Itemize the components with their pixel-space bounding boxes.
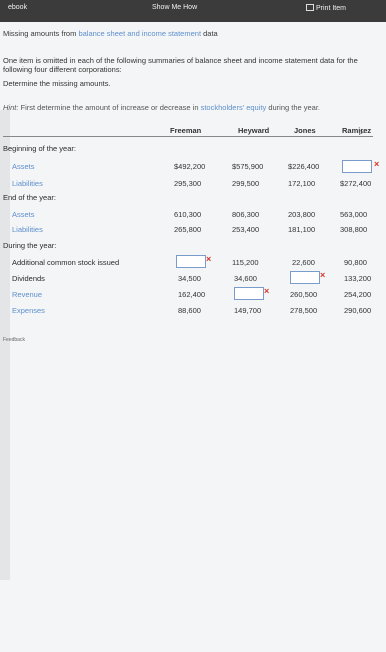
row-label-begin-liabilities: Liabilities [12,179,43,188]
heyward-revenue-input[interactable] [234,287,264,300]
hint-text: Hint: First determine the amount of incr… [3,103,321,112]
cell: 181,100 [288,225,316,234]
cell: $575,900 [232,162,264,171]
cell: 278,500 [290,306,318,315]
col-ramirez: Ramirez [342,126,372,135]
cell: 253,400 [232,225,260,234]
section-end: End of the year: [3,193,56,202]
cell: 172,100 [288,179,316,188]
toolbar: ebook Show Me How Print Item [0,0,386,22]
cell: 22,600 [292,258,315,267]
jones-dividends-input[interactable] [290,271,320,284]
cell: 34,500 [178,274,201,283]
row-label-end-liabilities: Liabilities [12,225,43,234]
print-item-button[interactable]: Print Item [306,4,346,12]
cell: $226,400 [288,162,320,171]
cell: 295,300 [174,179,202,188]
cell: 610,300 [174,210,202,219]
section-beginning: Beginning of the year: [3,144,76,153]
cell: 265,800 [174,225,202,234]
problem-content: Missing amounts from balance sheet and i… [0,22,386,652]
cell: 90,800 [344,258,367,267]
freeman-stock-input[interactable] [176,255,206,268]
incorrect-icon: × [320,270,326,280]
cell: 115,200 [232,258,259,267]
ebook-link[interactable]: ebook [8,4,27,11]
cell: 563,000 [340,210,368,219]
instruction-text: Determine the missing amounts. [3,79,111,88]
balance-sheet-link[interactable]: balance sheet and income statement [78,29,201,38]
feedback-link[interactable]: Feedback [3,337,25,343]
cursor-icon: ▹ [359,127,365,138]
cell: 162,400 [178,290,206,299]
cell: 34,600 [234,274,257,283]
incorrect-icon: × [206,254,212,264]
cell: 149,700 [234,306,262,315]
cell: 260,500 [290,290,318,299]
cell: 133,200 [344,274,372,283]
incorrect-icon: × [374,159,380,169]
show-me-how-button[interactable]: Show Me How [152,4,197,11]
col-freeman: Freeman [170,126,202,135]
col-heyward: Heyward [238,126,270,135]
cell: 88,600 [178,306,201,315]
row-label-end-assets: Assets [12,210,35,219]
problem-title: Missing amounts from balance sheet and i… [3,29,218,38]
cell: $272,400 [340,179,372,188]
cell: 308,800 [340,225,368,234]
cell: 254,200 [344,290,372,299]
cell: 299,500 [232,179,260,188]
row-label-expenses: Expenses [12,306,45,315]
row-label-additional-stock: Additional common stock issued [12,258,120,267]
ramirez-begin-assets-input[interactable] [342,160,372,173]
print-icon [306,4,314,11]
cell: 290,600 [344,306,372,315]
incorrect-icon: × [264,286,270,296]
row-label-begin-assets: Assets [12,162,35,171]
cell: 806,300 [232,210,260,219]
cell: $492,200 [174,162,206,171]
header-divider [3,136,373,137]
side-gutter [0,110,10,580]
intro-text: One item is omitted in each of the follo… [3,56,358,74]
stockholders-equity-link[interactable]: stockholders' equity [201,103,267,112]
section-during: During the year: [3,241,57,250]
cell: 203,800 [288,210,316,219]
row-label-revenue: Revenue [12,290,43,299]
col-jones: Jones [294,126,316,135]
row-label-dividends: Dividends [12,274,45,283]
